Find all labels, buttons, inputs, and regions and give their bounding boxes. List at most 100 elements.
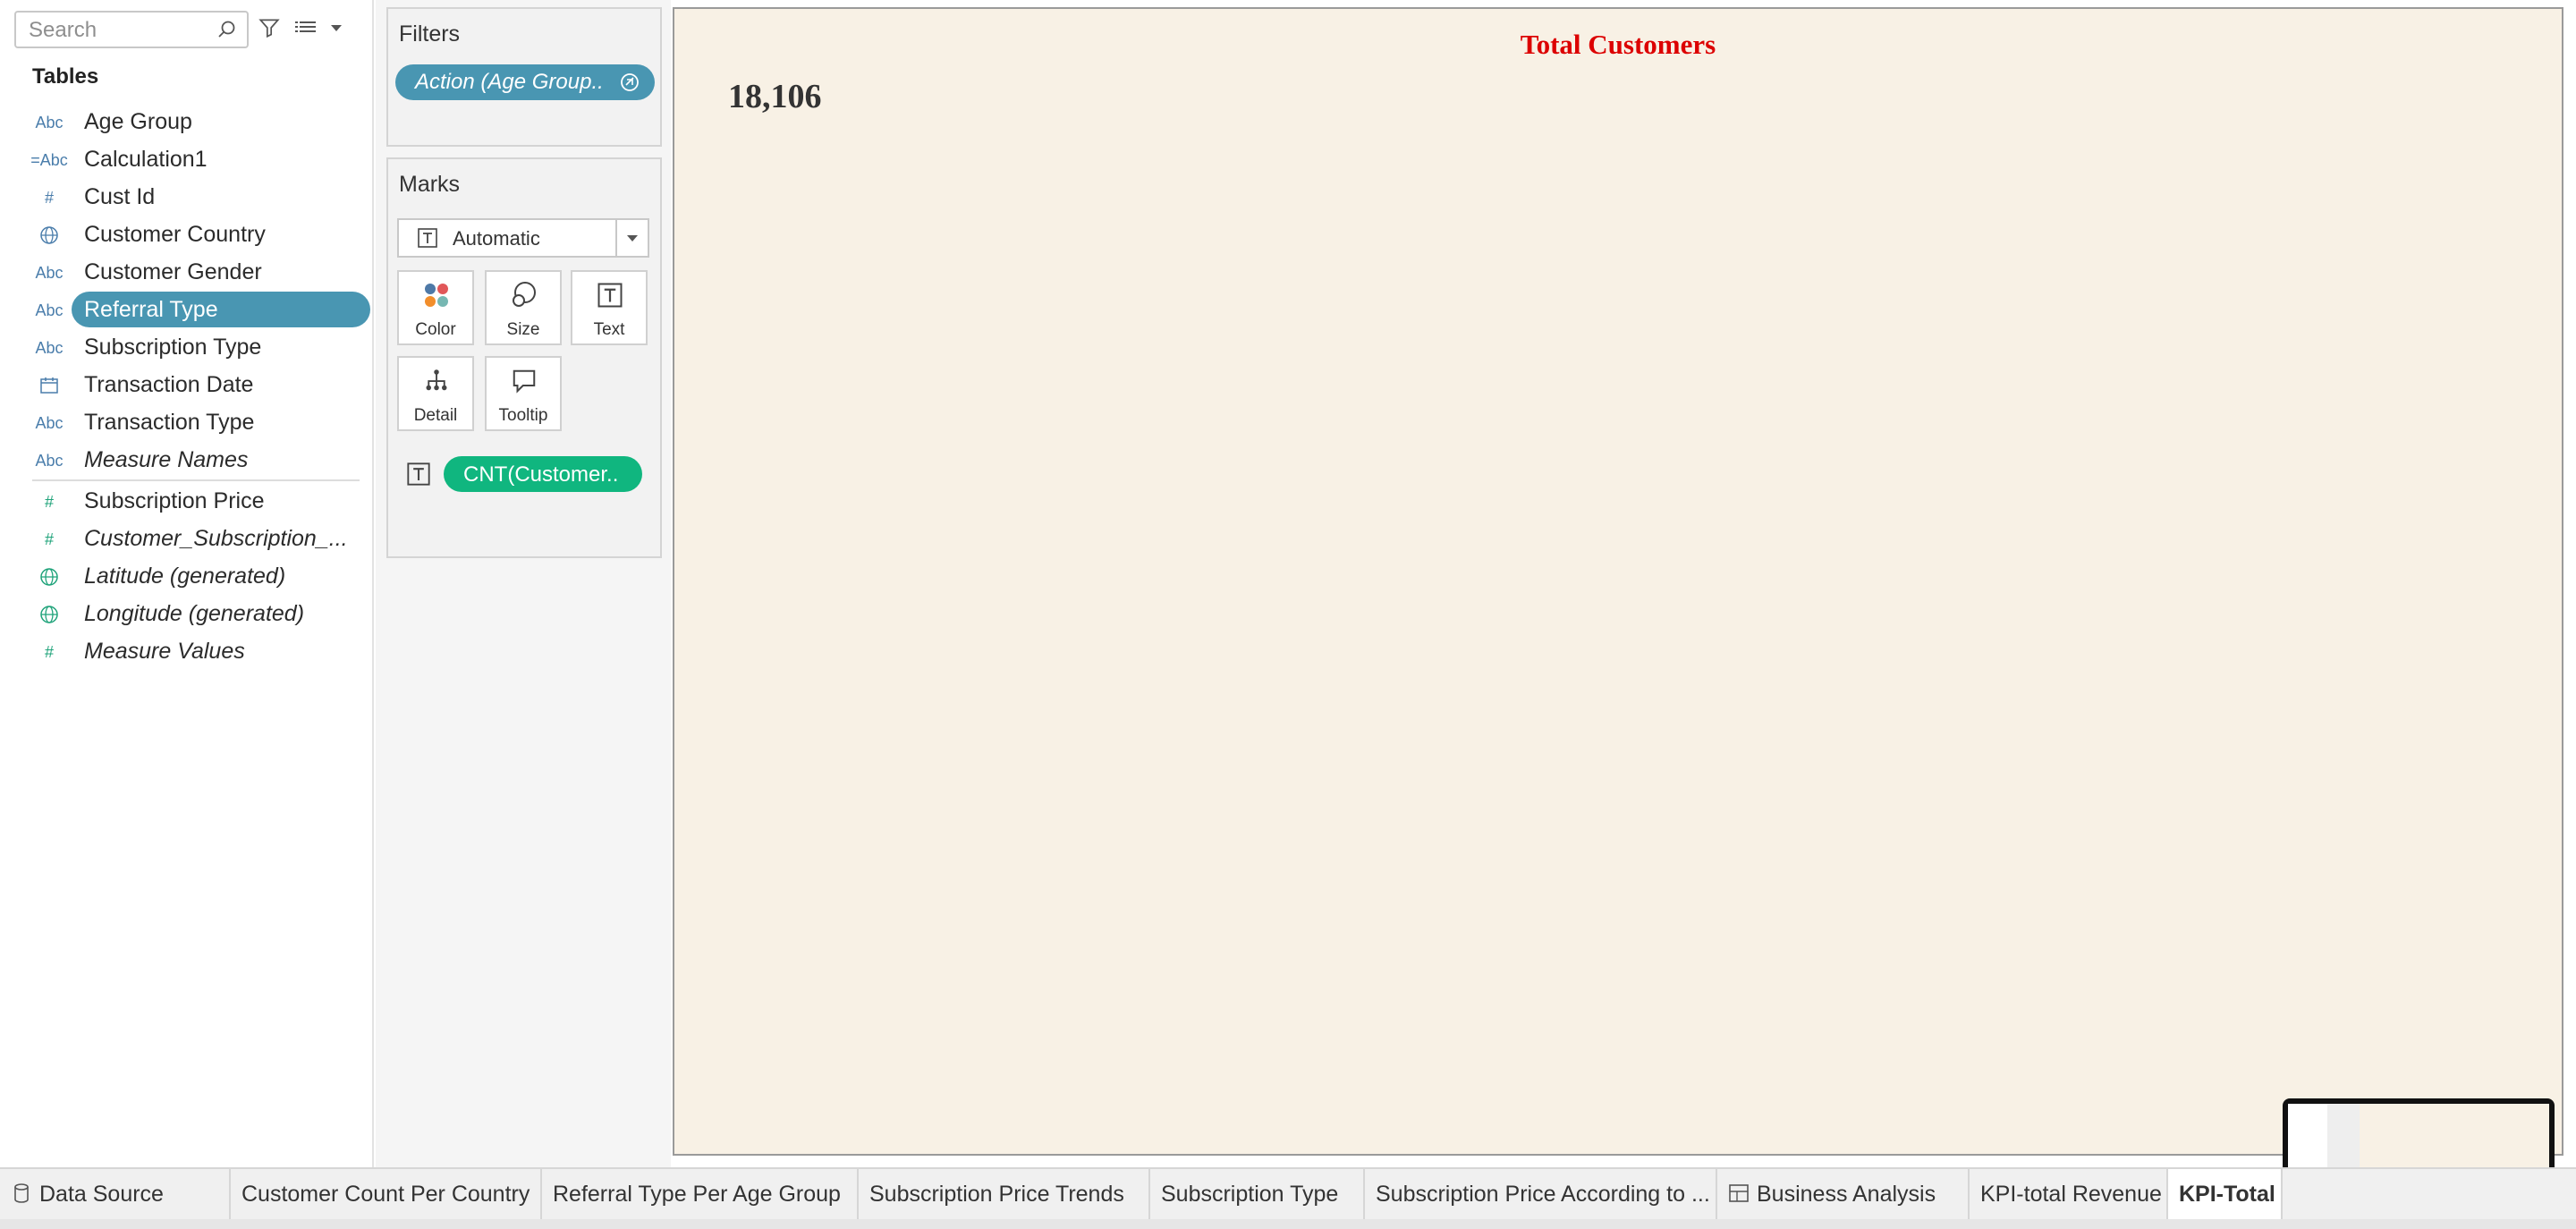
filter-icon[interactable] [254, 13, 284, 43]
field-label: Transaction Date [84, 372, 254, 397]
field-label: Referral Type [84, 297, 218, 322]
field-label: Measure Names [84, 447, 249, 472]
field-measure-values[interactable]: # Measure Values [0, 633, 374, 669]
tab-subscription-price-according[interactable]: Subscription Price According to ... [1365, 1169, 1717, 1219]
tab-label: Subscription Type [1161, 1182, 1339, 1207]
calendar-icon [23, 374, 75, 397]
field-customer-subscription[interactable]: # Customer_Subscription_... [0, 521, 374, 556]
field-age-group[interactable]: Abc Age Group [0, 104, 374, 140]
size-button[interactable]: Size [485, 270, 562, 345]
text-mark-icon [418, 228, 437, 248]
globe-icon [23, 565, 75, 589]
dashboard-icon [1729, 1184, 1749, 1202]
globe-icon [23, 603, 75, 626]
tab-bar-bottom-strip [0, 1219, 2576, 1229]
kpi-value[interactable]: 18,106 [728, 77, 822, 116]
text-button[interactable]: Text [571, 270, 648, 345]
field-customer-country[interactable]: Customer Country [0, 216, 374, 252]
field-label: Latitude (generated) [84, 564, 286, 589]
field-label: Age Group [84, 109, 192, 134]
tab-label: KPI-total Revenue [1980, 1182, 2162, 1207]
field-label: Customer Country [84, 222, 266, 247]
field-label: Longitude (generated) [84, 601, 305, 626]
field-transaction-type[interactable]: Abc Transaction Type [0, 404, 374, 440]
tab-label: Data Source [39, 1182, 164, 1207]
search-input[interactable] [29, 18, 208, 43]
field-label: Subscription Type [84, 335, 262, 360]
color-label: Color [415, 320, 456, 339]
shelf-pane: Filters Action (Age Group.. Marks Automa… [376, 0, 671, 1167]
tab-referral-type-per-age-group[interactable]: Referral Type Per Age Group [542, 1169, 859, 1219]
marks-card: Marks Automatic Color Size Text Detail T… [386, 157, 662, 558]
string-type-icon: Abc [35, 113, 64, 131]
tab-label: Subscription Price Trends [869, 1182, 1124, 1207]
field-customer-gender[interactable]: Abc Customer Gender [0, 254, 374, 290]
text-icon [596, 281, 624, 309]
filter-pill-action[interactable]: Action (Age Group.. [395, 64, 655, 100]
string-type-icon: Abc [35, 338, 64, 357]
string-type-icon: Abc [35, 413, 64, 432]
field-longitude[interactable]: Longitude (generated) [0, 596, 374, 631]
tab-kpi-total-revenue[interactable]: KPI-total Revenue [1970, 1169, 2168, 1219]
detail-button[interactable]: Detail [397, 356, 474, 431]
field-cust-id[interactable]: # Cust Id [0, 179, 374, 215]
color-icon [422, 281, 451, 309]
tables-heading: Tables [32, 64, 99, 89]
field-subscription-type[interactable]: Abc Subscription Type [0, 329, 374, 365]
string-type-icon: Abc [35, 451, 64, 470]
field-subscription-price[interactable]: # Subscription Price [0, 483, 374, 519]
search-icon[interactable] [216, 19, 238, 40]
chevron-down-icon[interactable] [615, 220, 648, 256]
tooltip-icon [510, 367, 538, 395]
number-type-icon: # [44, 492, 54, 511]
tooltip-label: Tooltip [498, 406, 548, 425]
globe-icon [23, 224, 75, 247]
field-latitude[interactable]: Latitude (generated) [0, 558, 374, 594]
view-options-icon[interactable] [292, 13, 349, 43]
field-label: Subscription Price [84, 488, 265, 513]
size-icon [510, 281, 538, 309]
tooltip-button[interactable]: Tooltip [485, 356, 562, 431]
tab-subscription-price-trends[interactable]: Subscription Price Trends [859, 1169, 1150, 1219]
marks-title: Marks [399, 172, 461, 197]
viz-canvas[interactable]: Total Customers 18,106 [673, 7, 2563, 1156]
tab-label: Referral Type Per Age Group [553, 1182, 841, 1207]
filters-card: Filters Action (Age Group.. [386, 7, 662, 147]
filters-title: Filters [399, 21, 461, 47]
field-transaction-date[interactable]: Transaction Date [0, 367, 374, 403]
mark-type-dropdown[interactable]: Automatic [397, 218, 649, 258]
tab-label: KPI-Total C [2179, 1182, 2281, 1207]
filter-pill-label: Action (Age Group.. [415, 70, 604, 94]
tab-subscription-type[interactable]: Subscription Type [1150, 1169, 1365, 1219]
field-label: Measure Values [84, 639, 245, 664]
sheet-tab-bar: Data Source Customer Count Per Country R… [0, 1167, 2576, 1229]
number-type-icon: # [44, 642, 54, 661]
string-type-icon: Abc [35, 263, 64, 282]
tab-kpi-total-customers[interactable]: KPI-Total C [2168, 1169, 2283, 1219]
tab-label: Subscription Price According to ... [1376, 1182, 1710, 1207]
text-measure-pill[interactable]: CNT(Customer.. [444, 456, 642, 492]
field-calculation1[interactable]: =Abc Calculation1 [0, 141, 374, 177]
viz-title: Total Customers [1520, 29, 1716, 60]
field-label: Calculation1 [84, 147, 208, 172]
color-button[interactable]: Color [397, 270, 474, 345]
tab-business-analysis[interactable]: Business Analysis [1717, 1169, 1970, 1219]
text-encoding-icon [407, 462, 430, 486]
tab-label: Customer Count Per Country [242, 1182, 530, 1207]
mark-type-label: Automatic [453, 227, 540, 250]
field-measure-names[interactable]: Abc Measure Names [0, 442, 374, 478]
linked-filter-icon [621, 73, 639, 91]
field-label: Customer_Subscription_... [84, 526, 348, 551]
tab-data-source[interactable]: Data Source [0, 1169, 231, 1219]
detail-label: Detail [413, 406, 458, 425]
detail-icon [422, 367, 451, 395]
calculated-string-icon: =Abc [30, 150, 68, 169]
text-label: Text [593, 320, 625, 339]
string-type-icon: Abc [35, 301, 64, 319]
field-label: Customer Gender [84, 259, 262, 284]
data-pane: Tables Abc Age Group =Abc Calculation1 #… [0, 0, 374, 1167]
search-box[interactable] [14, 11, 249, 48]
field-referral-type[interactable]: Abc Referral Type [0, 292, 374, 327]
field-divider [32, 479, 360, 481]
tab-customer-count-per-country[interactable]: Customer Count Per Country [231, 1169, 542, 1219]
